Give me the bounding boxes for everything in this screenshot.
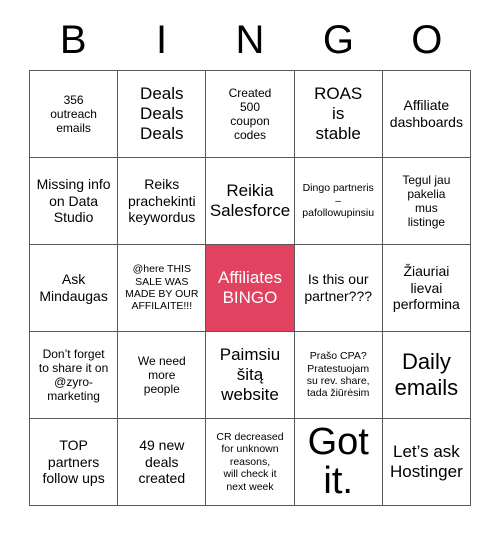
bingo-cell-text: Daily emails [394, 349, 459, 400]
bingo-cell-text: 356 outreach emails [50, 92, 97, 136]
bingo-cell[interactable]: Don’t forget to share it on @zyro- marke… [30, 332, 119, 419]
bingo-cell-text: Žiauriai lievai performina [392, 263, 460, 313]
bingo-cell-text: Affiliate dashboards [389, 97, 463, 130]
bingo-cell-text: Reiks prachekinti keywordus [127, 176, 196, 226]
bingo-cell[interactable]: Created 500 coupon codes [206, 71, 295, 158]
bingo-cell[interactable]: Is this our partner??? [294, 245, 383, 332]
bingo-header-letter-b: B [59, 18, 87, 62]
bingo-cell[interactable]: TOP partners follow ups [30, 419, 119, 506]
bingo-cell-text: Reikia Salesforce [209, 180, 291, 220]
bingo-cell[interactable]: Missing info on Data Studio [30, 158, 119, 245]
bingo-cell[interactable]: 49 new deals created [118, 419, 207, 506]
bingo-cell[interactable]: Daily emails [382, 332, 471, 419]
bingo-cell-text: Dingo partneris – pafollowupinsiu [302, 182, 375, 220]
bingo-cell[interactable]: Reiks prachekinti keywordus [118, 158, 207, 245]
bingo-cell-text: Prašo CPA? Pratestuojam su rev. share, t… [306, 350, 370, 400]
bingo-cell[interactable]: Tegul jau pakelia mus listinge [382, 158, 471, 245]
bingo-cell[interactable]: We need more people [118, 332, 207, 419]
bingo-cell-text: Deals Deals Deals [140, 83, 184, 144]
bingo-cell[interactable]: Let’s ask Hostinger [382, 419, 471, 506]
bingo-header-letter-o: O [411, 18, 443, 62]
bingo-cell-text: 49 new deals created [138, 437, 186, 487]
bingo-cell-text: TOP partners follow ups [42, 437, 105, 487]
bingo-cell[interactable]: Prašo CPA? Pratestuojam su rev. share, t… [294, 332, 383, 419]
bingo-cell[interactable]: Deals Deals Deals [118, 71, 207, 158]
bingo-cell[interactable]: Got it. [294, 419, 383, 506]
bingo-cell[interactable]: Reikia Salesforce [206, 158, 295, 245]
bingo-cell-text: Ask Mindaugas [39, 271, 108, 304]
bingo-cell-text: Tegul jau pakelia mus listinge [402, 172, 451, 230]
bingo-cell-text: ROAS is stable [314, 83, 363, 144]
bingo-cell-text: Don’t forget to share it on @zyro- marke… [38, 346, 109, 404]
bingo-cell-text: Let’s ask Hostinger [390, 441, 463, 481]
bingo-cell[interactable]: Paimsiu šitą website [206, 332, 295, 419]
bingo-cell-text: Missing info on Data Studio [36, 176, 111, 226]
bingo-header-letter-g: G [322, 18, 354, 62]
bingo-header-row: B I N G O [29, 10, 471, 70]
bingo-cell-text: Got it. [307, 421, 369, 502]
bingo-cell-text: @here THIS SALE WAS MADE BY OUR AFFILAIT… [125, 263, 199, 313]
bingo-cell-text: CR decreased for unknown reasons, will c… [216, 431, 284, 493]
bingo-cell-free-space[interactable]: Affiliates BINGO [206, 245, 295, 332]
bingo-cell-text: We need more people [137, 353, 186, 397]
bingo-header-letter-i: I [156, 18, 168, 62]
bingo-card: B I N G O 356 outreach emails Deals Deal… [29, 10, 471, 506]
bingo-grid: 356 outreach emails Deals Deals Deals Cr… [29, 70, 471, 506]
bingo-header-letter-n: N [235, 18, 265, 62]
bingo-cell[interactable]: Dingo partneris – pafollowupinsiu [294, 158, 383, 245]
bingo-cell[interactable]: CR decreased for unknown reasons, will c… [206, 419, 295, 506]
bingo-cell[interactable]: Žiauriai lievai performina [382, 245, 471, 332]
bingo-cell-text: Created 500 coupon codes [228, 85, 272, 143]
bingo-cell-text: Is this our partner??? [304, 271, 373, 304]
bingo-cell[interactable]: Ask Mindaugas [30, 245, 119, 332]
bingo-cell[interactable]: @here THIS SALE WAS MADE BY OUR AFFILAIT… [118, 245, 207, 332]
bingo-cell[interactable]: Affiliate dashboards [382, 71, 471, 158]
bingo-cell[interactable]: ROAS is stable [294, 71, 383, 158]
bingo-cell[interactable]: 356 outreach emails [30, 71, 119, 158]
bingo-cell-text: Paimsiu šitą website [219, 344, 281, 405]
bingo-cell-text: Affiliates BINGO [218, 267, 282, 307]
